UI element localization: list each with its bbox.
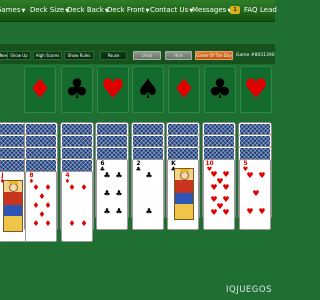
card-pip-icon: ♦ xyxy=(38,210,46,219)
site-watermark: IQJUEGOS xyxy=(226,285,272,295)
nav-deck-front[interactable]: Deck Front▼ xyxy=(107,6,149,16)
nav-contact-us[interactable]: Contact Us▼ xyxy=(150,6,193,16)
card-pips: ♥ ♥ ♥ ♥ ♥ ♥ ♥ ♥ ♥ ♥ xyxy=(209,170,231,218)
card-pip-icon: ♦ xyxy=(38,192,46,201)
card-pips: ♦ ♦ ♦ ♦ xyxy=(67,182,89,230)
undo-button[interactable]: Undo xyxy=(133,51,161,60)
card-pip-icon: ♥ xyxy=(252,189,260,198)
card-pip-icon: ♥ xyxy=(222,183,230,192)
card-pip-icon: ♦ xyxy=(44,201,52,210)
card-pip-icon: ♦ xyxy=(44,183,52,192)
hint-button[interactable]: Hint xyxy=(165,51,192,60)
messages-count-badge: 1 xyxy=(230,6,240,14)
game-of-the-day-button[interactable]: Game Of The Day xyxy=(195,51,233,60)
card-pip-icon: ♣ xyxy=(115,207,123,216)
card-pip-icon: ♥ xyxy=(210,183,218,192)
card-pip-icon: ♣ xyxy=(145,171,153,180)
playing-card[interactable]: K♣ xyxy=(167,159,199,230)
foundation-slot-diamond[interactable]: ♦ xyxy=(168,66,200,113)
card-pip-icon: ♦ xyxy=(68,219,76,228)
high-scores-button[interactable]: High Scores xyxy=(33,51,62,60)
card-pip-icon: ♥ xyxy=(210,208,218,217)
nav-deck-size[interactable]: Deck Size▼ xyxy=(30,6,69,16)
playing-card[interactable]: 10 ♥ ♥ ♥ ♥ ♥ ♥ ♥ ♥ ♥ ♥ ♥ xyxy=(203,159,235,230)
card-pip-icon: ♣ xyxy=(115,189,123,198)
foundation-slot-diamond[interactable]: ♦ xyxy=(24,66,56,113)
card-pips: ♣ ♣ xyxy=(138,170,160,218)
heart-icon: ♥ xyxy=(243,74,269,105)
card-pip-icon: ♥ xyxy=(222,208,230,217)
card-pip-icon: ♥ xyxy=(246,207,254,216)
foundation-slot-spade[interactable]: ♠ xyxy=(132,66,164,113)
foundation-slot-club[interactable]: ♣ xyxy=(204,66,236,113)
card-pip-icon: ♦ xyxy=(32,219,40,228)
card-pips: ♥ ♥ ♥ ♥ ♥ xyxy=(245,170,267,218)
card-pip-icon: ♦ xyxy=(80,183,88,192)
playing-card[interactable]: 8 ♦ ♦ ♦ ♦ ♦ ♦ ♦ ♦ ♦ xyxy=(25,171,57,242)
card-pip-icon: ♥ xyxy=(246,171,254,180)
playing-card[interactable]: J♦ xyxy=(0,171,28,242)
game-toolbar: New Deal Show Up High Scores Show Rules … xyxy=(0,44,275,64)
nav-faq[interactable]: FAQ xyxy=(244,6,258,15)
spade-icon: ♠ xyxy=(135,74,161,105)
club-icon: ♣ xyxy=(64,74,90,105)
card-pip-icon: ♣ xyxy=(103,189,111,198)
nav-games[interactable]: Games▼ xyxy=(0,6,25,16)
card-pip-icon: ♦ xyxy=(32,183,40,192)
court-card-figure xyxy=(3,180,23,232)
top-nav-bar: Games▼ Deck Size▼ Deck Back▼ Deck Front▼… xyxy=(0,0,277,22)
card-pip-icon: ♣ xyxy=(103,207,111,216)
heart-icon: ♥ xyxy=(100,74,126,105)
nav-leaders[interactable]: Lead xyxy=(260,6,277,15)
diamond-icon: ♦ xyxy=(27,74,53,105)
card-pips: ♣ ♣ ♣ ♣ ♣ ♣ xyxy=(102,170,124,218)
card-pip-icon: ♥ xyxy=(258,171,266,180)
card-pips: ♦ ♦ ♦ ♦ ♦ ♦ ♦ ♦ xyxy=(31,182,53,230)
pause-button[interactable]: Pause xyxy=(100,51,127,60)
foundation-slot-heart[interactable]: ♥ xyxy=(97,66,129,113)
card-pip-icon: ♣ xyxy=(115,171,123,180)
playing-card[interactable]: 6 ♣ ♣ ♣ ♣ ♣ ♣ ♣ xyxy=(96,159,128,230)
nav-messages[interactable]: Messages▼ xyxy=(192,6,231,16)
foundation-slot-heart[interactable]: ♥ xyxy=(240,66,272,113)
court-card-figure xyxy=(174,168,194,220)
playing-card[interactable]: 4 ♦ ♦ ♦ ♦ ♦ xyxy=(61,171,93,242)
card-pip-icon: ♦ xyxy=(32,201,40,210)
playing-card[interactable]: 5 ♥ ♥ ♥ ♥ ♥ ♥ xyxy=(239,159,271,230)
card-pip-icon: ♣ xyxy=(145,207,153,216)
card-pip-icon: ♦ xyxy=(68,183,76,192)
show-rules-button[interactable]: Show Rules xyxy=(64,51,94,60)
card-pip-icon: ♦ xyxy=(80,219,88,228)
show-up-button[interactable]: Show Up xyxy=(7,51,31,60)
foundation-slot-club[interactable]: ♣ xyxy=(61,66,93,113)
card-pip-icon: ♣ xyxy=(103,171,111,180)
club-icon: ♣ xyxy=(207,74,233,105)
card-pip-icon: ♥ xyxy=(258,207,266,216)
game-number-label: Game #8051390 xyxy=(236,53,275,58)
diamond-icon: ♦ xyxy=(171,74,197,105)
nav-deck-back[interactable]: Deck Back▼ xyxy=(67,6,109,16)
card-pip-icon: ♦ xyxy=(44,219,52,228)
playing-card[interactable]: 2 ♣ ♣ ♣ xyxy=(132,159,164,230)
